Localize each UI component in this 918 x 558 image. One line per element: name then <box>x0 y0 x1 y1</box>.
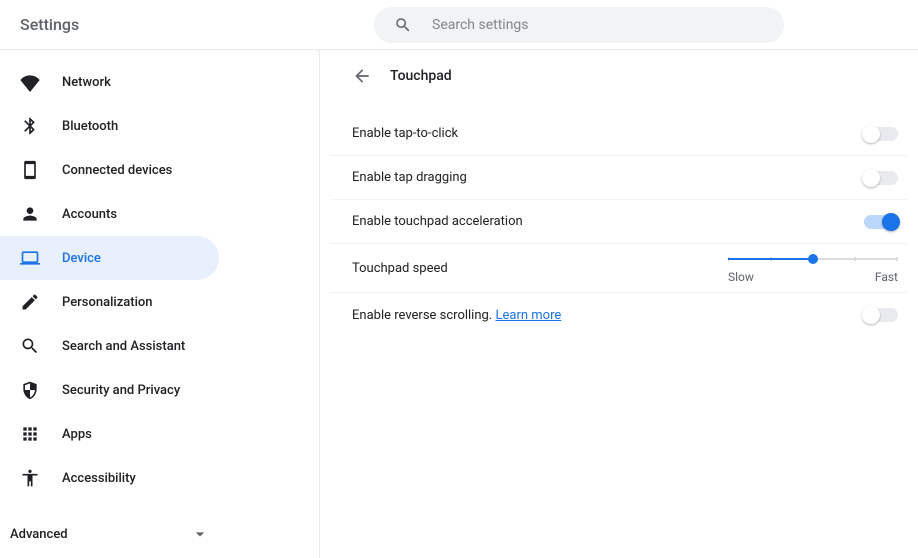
speed-slow-label: Slow <box>728 270 754 284</box>
slider-fill <box>728 258 813 260</box>
account-icon <box>20 204 40 224</box>
sidebar-items: Network Bluetooth Connected devices Acco… <box>0 60 319 510</box>
header: Settings Search settings <box>0 0 918 50</box>
phone-icon <box>20 160 40 180</box>
settings-block: Enable tap-to-click Enable tap dragging … <box>330 112 908 337</box>
advanced-label: Advanced <box>10 527 68 542</box>
learn-more-link[interactable]: Learn more <box>495 308 561 323</box>
accessibility-icon <box>20 468 40 488</box>
slider-thumb[interactable] <box>808 254 818 264</box>
personalization-icon <box>20 292 40 312</box>
speed-label: Touchpad speed <box>352 261 448 276</box>
sidebar-item-security[interactable]: Security and Privacy <box>0 368 219 412</box>
row-tap-dragging: Enable tap dragging <box>330 156 908 200</box>
tap-dragging-label: Enable tap dragging <box>352 170 467 185</box>
acceleration-label: Enable touchpad acceleration <box>352 214 523 229</box>
row-acceleration: Enable touchpad acceleration <box>330 200 908 244</box>
sidebar-item-connected-devices[interactable]: Connected devices <box>0 148 219 192</box>
sidebar-item-accounts[interactable]: Accounts <box>0 192 219 236</box>
tap-dragging-toggle[interactable] <box>864 171 898 185</box>
page-title: Touchpad <box>390 68 452 84</box>
tap-to-click-label: Enable tap-to-click <box>352 126 458 141</box>
wifi-icon <box>20 72 40 92</box>
sidebar-item-label: Bluetooth <box>62 119 118 134</box>
main: Touchpad Enable tap-to-click Enable tap … <box>320 50 918 558</box>
breadcrumb: Touchpad <box>330 50 908 102</box>
reverse-scrolling-toggle[interactable] <box>864 308 898 322</box>
search-icon <box>394 16 412 34</box>
advanced-toggle[interactable]: Advanced <box>0 510 230 558</box>
sidebar-item-label: Accounts <box>62 207 117 222</box>
sidebar: Network Bluetooth Connected devices Acco… <box>0 50 320 558</box>
sidebar-item-label: Network <box>62 75 111 90</box>
search-placeholder: Search settings <box>432 17 529 33</box>
sidebar-item-label: Apps <box>62 427 92 442</box>
sidebar-item-personalization[interactable]: Personalization <box>0 280 219 324</box>
sidebar-item-label: Connected devices <box>62 163 172 178</box>
security-icon <box>20 380 40 400</box>
sidebar-item-label: Device <box>62 251 101 266</box>
bluetooth-icon <box>20 116 40 136</box>
sidebar-item-apps[interactable]: Apps <box>0 412 219 456</box>
sidebar-item-label: Personalization <box>62 295 153 310</box>
app-title: Settings <box>0 15 320 34</box>
speed-fast-label: Fast <box>875 270 898 284</box>
sidebar-item-label: Search and Assistant <box>62 339 185 354</box>
reverse-scrolling-label: Enable reverse scrolling. Learn more <box>352 308 561 323</box>
apps-icon <box>20 424 40 444</box>
search-container: Search settings <box>320 7 918 43</box>
device-icon <box>20 248 40 268</box>
sidebar-item-network[interactable]: Network <box>0 60 219 104</box>
row-reverse-scrolling: Enable reverse scrolling. Learn more <box>330 293 908 337</box>
speed-slider[interactable]: Slow Fast <box>728 252 898 284</box>
row-speed: Touchpad speed Slow Fast <box>330 244 908 293</box>
tap-to-click-toggle[interactable] <box>864 127 898 141</box>
back-icon[interactable] <box>352 66 372 86</box>
content: Network Bluetooth Connected devices Acco… <box>0 50 918 558</box>
search-assistant-icon <box>20 336 40 356</box>
sidebar-item-device[interactable]: Device <box>0 236 219 280</box>
sidebar-item-label: Security and Privacy <box>62 383 180 398</box>
sidebar-item-search-assistant[interactable]: Search and Assistant <box>0 324 219 368</box>
sidebar-item-accessibility[interactable]: Accessibility <box>0 456 219 500</box>
row-tap-to-click: Enable tap-to-click <box>330 112 908 156</box>
sidebar-item-bluetooth[interactable]: Bluetooth <box>0 104 219 148</box>
acceleration-toggle[interactable] <box>864 215 898 229</box>
search-input[interactable]: Search settings <box>374 7 784 43</box>
chevron-down-icon <box>190 524 210 544</box>
sidebar-item-label: Accessibility <box>62 471 136 486</box>
